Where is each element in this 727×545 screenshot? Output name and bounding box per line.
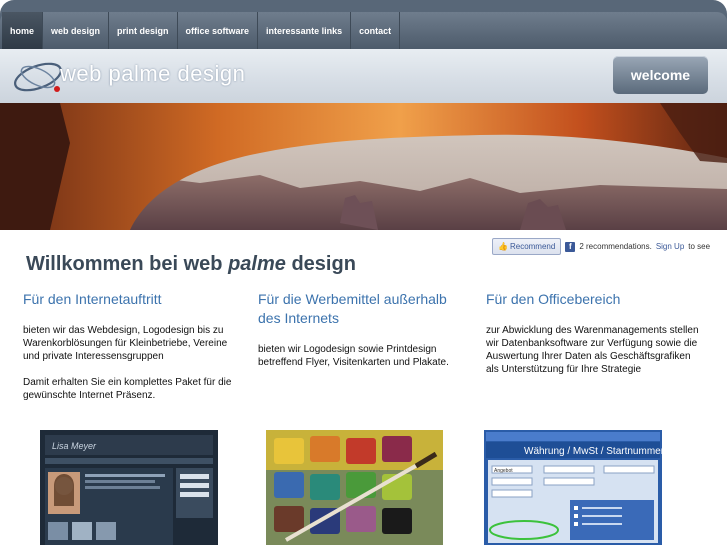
recommend-label: Recommend: [509, 242, 556, 251]
nav-item-interessante-links[interactable]: interessante links: [258, 12, 352, 49]
main-navigation: home web design print design office soft…: [0, 12, 727, 49]
nav-item-contact[interactable]: contact: [351, 12, 401, 49]
office-field-label: Angebot: [494, 468, 513, 474]
nav-item-web-design[interactable]: web design: [43, 12, 110, 49]
title-part-1: Willkommen bei web: [26, 253, 229, 275]
thumbnail-office-software[interactable]: Währung / MwSt / Startnummern Angebot: [484, 430, 662, 545]
nav-item-office-software[interactable]: office software: [178, 12, 259, 49]
recommendation-count: 2 recommendations.: [579, 242, 652, 251]
thumbs-up-icon: 👍: [498, 242, 508, 251]
signup-suffix: to see: [688, 242, 711, 251]
nav-item-home[interactable]: home: [2, 12, 44, 49]
column-heading-internet: Für den Internetauftritt: [23, 291, 162, 307]
watercolor-palette-image: [266, 430, 443, 545]
facebook-recommend-button[interactable]: 👍 Recommend: [492, 238, 562, 255]
page-title: Willkommen bei web palme design: [26, 253, 356, 276]
orbit-logo-icon: [14, 62, 62, 92]
thumbnail-web-design[interactable]: Lisa Meyer: [40, 430, 218, 545]
column-office: Für den Officebereich zur Abwicklung des…: [486, 290, 701, 389]
office-window-title: Währung / MwSt / Startnummern: [524, 446, 662, 457]
office-software-screenshot-image: Währung / MwSt / Startnummern Angebot: [484, 430, 662, 545]
logo-word-design: design: [177, 61, 246, 86]
title-part-em: palme: [228, 253, 286, 275]
column-text: bieten wir das Webdesign, Logodesign bis…: [23, 325, 228, 362]
column-print: Für die Werbemittel außerhalb des Intern…: [258, 290, 468, 382]
top-frame: home web design print design office soft…: [0, 0, 727, 230]
canyon-arch-photo: [0, 103, 727, 230]
facebook-recommend-bar: 👍 Recommend f 2 recommendations. Sign Up…: [492, 238, 710, 255]
column-text: bieten wir Logodesign sowie Printdesign …: [258, 344, 449, 368]
logo-word-palme: palme: [108, 61, 171, 86]
welcome-button[interactable]: welcome: [613, 56, 708, 94]
thumbnail-site-name: Lisa Meyer: [52, 441, 97, 451]
header-band: web palme design welcome: [0, 49, 727, 103]
logo-word-web: web: [60, 61, 102, 86]
thumbnail-print-design[interactable]: [266, 430, 443, 545]
title-part-2: design: [285, 253, 356, 275]
facebook-icon: f: [565, 241, 576, 252]
website-screenshot-image: Lisa Meyer: [40, 430, 218, 545]
column-internet: Für den Internetauftritt bieten wir das …: [23, 290, 238, 415]
signup-link[interactable]: Sign Up: [656, 242, 684, 251]
column-heading-office: Für den Officebereich: [486, 291, 621, 307]
nav-item-print-design[interactable]: print design: [109, 12, 178, 49]
column-heading-print: Für die Werbemittel außerhalb des Intern…: [258, 291, 447, 326]
site-logo-text[interactable]: web palme design: [60, 61, 245, 87]
column-text: Damit erhalten Sie ein komplettes Paket …: [23, 377, 232, 401]
column-text: zur Abwicklung des Warenmanagements stel…: [486, 325, 699, 375]
hero-banner-image: [0, 103, 727, 230]
